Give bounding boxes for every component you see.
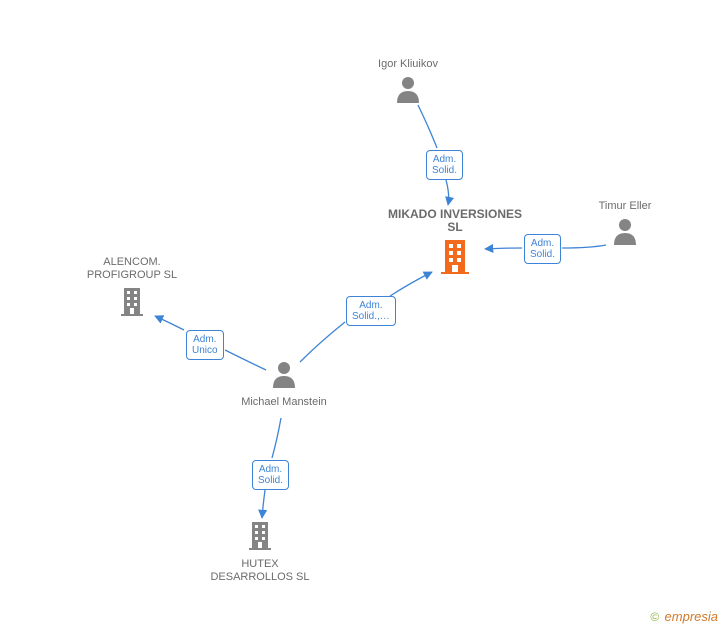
brand-name: empresia bbox=[665, 609, 718, 624]
node-hutex-label: HUTEX DESARROLLOS SL bbox=[200, 558, 320, 584]
node-alencom-label: ALENCOM. PROFIGROUP SL bbox=[72, 256, 192, 282]
rel-michael-center: Adm. Solid.,… bbox=[346, 296, 396, 326]
node-center[interactable]: MIKADO INVERSIONES SL bbox=[385, 208, 525, 278]
building-icon bbox=[439, 238, 471, 278]
diagram-canvas: Igor Kliuikov Timur Eller Michael Manste… bbox=[0, 0, 728, 630]
person-icon bbox=[271, 360, 297, 388]
center-label: MIKADO INVERSIONES SL bbox=[385, 208, 525, 234]
node-hutex[interactable]: HUTEX DESARROLLOS SL bbox=[200, 520, 320, 584]
rel-michael-alencom: Adm. Unico bbox=[186, 330, 224, 360]
node-timur-label: Timur Eller bbox=[565, 200, 685, 213]
person-icon bbox=[612, 217, 638, 245]
node-timur[interactable]: Timur Eller bbox=[565, 200, 685, 249]
building-icon bbox=[119, 286, 145, 320]
rel-timur-center: Adm. Solid. bbox=[524, 234, 561, 264]
node-igor[interactable]: Igor Kliuikov bbox=[348, 58, 468, 107]
node-michael-label: Michael Manstein bbox=[224, 396, 344, 409]
person-icon bbox=[395, 75, 421, 103]
node-michael[interactable]: Michael Manstein bbox=[224, 360, 344, 409]
copyright-symbol: © bbox=[650, 610, 659, 624]
rel-igor-center: Adm. Solid. bbox=[426, 150, 463, 180]
rel-michael-hutex: Adm. Solid. bbox=[252, 460, 289, 490]
node-igor-label: Igor Kliuikov bbox=[348, 58, 468, 71]
building-icon bbox=[247, 520, 273, 554]
node-alencom[interactable]: ALENCOM. PROFIGROUP SL bbox=[72, 256, 192, 320]
footer-credit: © empresia bbox=[650, 609, 718, 624]
